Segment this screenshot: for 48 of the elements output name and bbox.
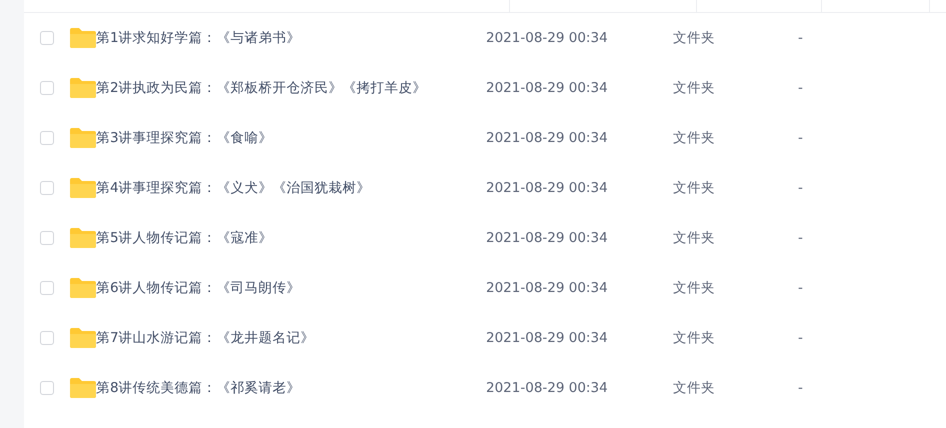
file-size: - bbox=[798, 280, 804, 296]
modified-date: 2021-08-29 00:34 bbox=[486, 330, 609, 346]
checkbox[interactable] bbox=[40, 231, 54, 245]
file-size: - bbox=[798, 380, 804, 396]
file-name[interactable]: 第7讲山水游记篇：《龙井题名记》 bbox=[86, 329, 486, 347]
modified-date: 2021-08-29 00:34 bbox=[486, 130, 609, 146]
folder-icon bbox=[70, 228, 96, 248]
checkbox[interactable] bbox=[40, 281, 54, 295]
file-type: 文件夹 bbox=[673, 229, 716, 247]
checkbox[interactable] bbox=[40, 81, 54, 95]
file-name[interactable]: 第1讲求知好学篇：《与诸弟书》 bbox=[86, 29, 486, 47]
file-type: 文件夹 bbox=[673, 329, 716, 347]
modified-date: 2021-08-29 00:34 bbox=[486, 380, 609, 396]
file-name[interactable]: 第5讲人物传记篇：《寇准》 bbox=[86, 229, 486, 247]
file-name[interactable]: 第4讲事理探究篇：《义犬》《治国犹栽树》 bbox=[86, 179, 486, 197]
modified-date: 2021-08-29 00:34 bbox=[486, 180, 609, 196]
folder-icon bbox=[70, 78, 96, 98]
checkbox[interactable] bbox=[40, 331, 54, 345]
file-size: - bbox=[798, 80, 804, 96]
modified-date: 2021-08-29 00:34 bbox=[486, 30, 609, 46]
file-type: 文件夹 bbox=[673, 379, 716, 397]
file-name[interactable]: 第3讲事理探究篇：《食喻》 bbox=[86, 129, 486, 147]
modified-date: 2021-08-29 00:34 bbox=[486, 280, 609, 296]
modified-date: 2021-08-29 00:34 bbox=[486, 80, 609, 96]
folder-icon bbox=[70, 28, 96, 48]
folder-icon bbox=[70, 378, 96, 398]
file-type: 文件夹 bbox=[673, 179, 716, 197]
file-name[interactable]: 第6讲人物传记篇：《司马朗传》 bbox=[86, 279, 486, 297]
file-size: - bbox=[798, 30, 804, 46]
checkbox[interactable] bbox=[40, 31, 54, 45]
file-size: - bbox=[798, 180, 804, 196]
file-type: 文件夹 bbox=[673, 279, 716, 297]
file-size: - bbox=[798, 230, 804, 246]
file-type: 文件夹 bbox=[673, 129, 716, 147]
checkbox[interactable] bbox=[40, 181, 54, 195]
folder-icon bbox=[70, 328, 96, 348]
checkbox[interactable] bbox=[40, 381, 54, 395]
folder-icon bbox=[70, 178, 96, 198]
file-type: 文件夹 bbox=[673, 29, 716, 47]
file-size: - bbox=[798, 130, 804, 146]
modified-date: 2021-08-29 00:34 bbox=[486, 230, 609, 246]
file-type: 文件夹 bbox=[673, 79, 716, 97]
file-name[interactable]: 第2讲执政为民篇：《郑板桥开仓济民》《拷打羊皮》 bbox=[86, 79, 486, 97]
folder-icon bbox=[70, 278, 96, 298]
file-size: - bbox=[798, 330, 804, 346]
folder-icon bbox=[70, 128, 96, 148]
file-name[interactable]: 第8讲传统美德篇：《祁奚请老》 bbox=[86, 379, 486, 397]
checkbox[interactable] bbox=[40, 131, 54, 145]
